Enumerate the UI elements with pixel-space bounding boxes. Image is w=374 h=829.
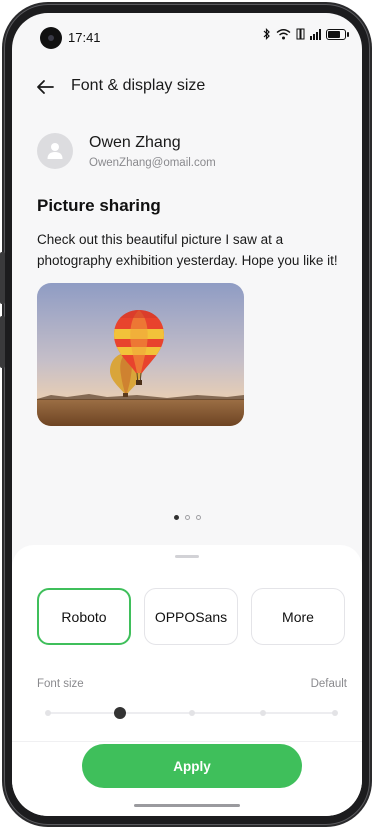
status-bar: 17:41 — [12, 13, 362, 57]
bluetooth-icon — [263, 28, 270, 40]
post-title: Picture sharing — [37, 196, 161, 215]
apply-button[interactable]: Apply — [82, 744, 302, 788]
font-option-opposans[interactable]: OPPOSans — [144, 588, 238, 645]
page-dot — [195, 515, 201, 520]
font-size-slider[interactable] — [45, 707, 338, 719]
avatar — [37, 133, 73, 169]
user-email: OwenZhang@omail.com — [89, 157, 216, 169]
font-size-default-label: Default — [310, 678, 347, 690]
app-header: Font & display size — [12, 73, 362, 103]
person-icon — [47, 143, 63, 159]
sheet-drag-handle[interactable] — [175, 555, 199, 558]
slider-tick[interactable] — [260, 710, 267, 716]
cell-signal-icon — [310, 28, 321, 40]
status-time: 17:41 — [68, 30, 101, 45]
font-size-label: Font size — [37, 678, 84, 690]
page-indicator — [12, 515, 362, 520]
hot-air-balloon-photo — [37, 283, 244, 426]
slider-tick[interactable] — [188, 710, 195, 716]
page-dot — [173, 515, 179, 520]
volume-down-button — [0, 316, 5, 368]
post-body: Check out this beautiful picture I saw a… — [37, 232, 338, 268]
volte-icon — [296, 28, 305, 40]
page-dot — [184, 515, 190, 520]
slider-thumb[interactable] — [113, 707, 126, 719]
divider — [12, 741, 362, 742]
slider-tick[interactable] — [332, 710, 338, 716]
slider-tick[interactable] — [45, 710, 51, 716]
user-name: Owen Zhang — [89, 134, 181, 151]
volume-up-button — [0, 252, 5, 304]
wifi-icon — [276, 29, 291, 40]
screen: 17:41 Font & display size Owen Zhang Owe… — [12, 13, 362, 816]
font-option-more[interactable]: More — [251, 588, 345, 645]
font-settings-sheet: Roboto OPPOSans More Font size Default A… — [12, 545, 362, 816]
font-option-roboto[interactable]: Roboto — [37, 588, 131, 645]
battery-icon — [326, 28, 349, 40]
home-indicator — [134, 804, 240, 807]
status-icons — [263, 28, 349, 40]
back-arrow-icon[interactable] — [34, 76, 56, 98]
front-camera — [40, 27, 62, 49]
page-title: Font & display size — [71, 77, 206, 94]
phone-device: 17:41 Font & display size Owen Zhang Owe… — [0, 0, 374, 829]
post-photo — [37, 283, 244, 426]
